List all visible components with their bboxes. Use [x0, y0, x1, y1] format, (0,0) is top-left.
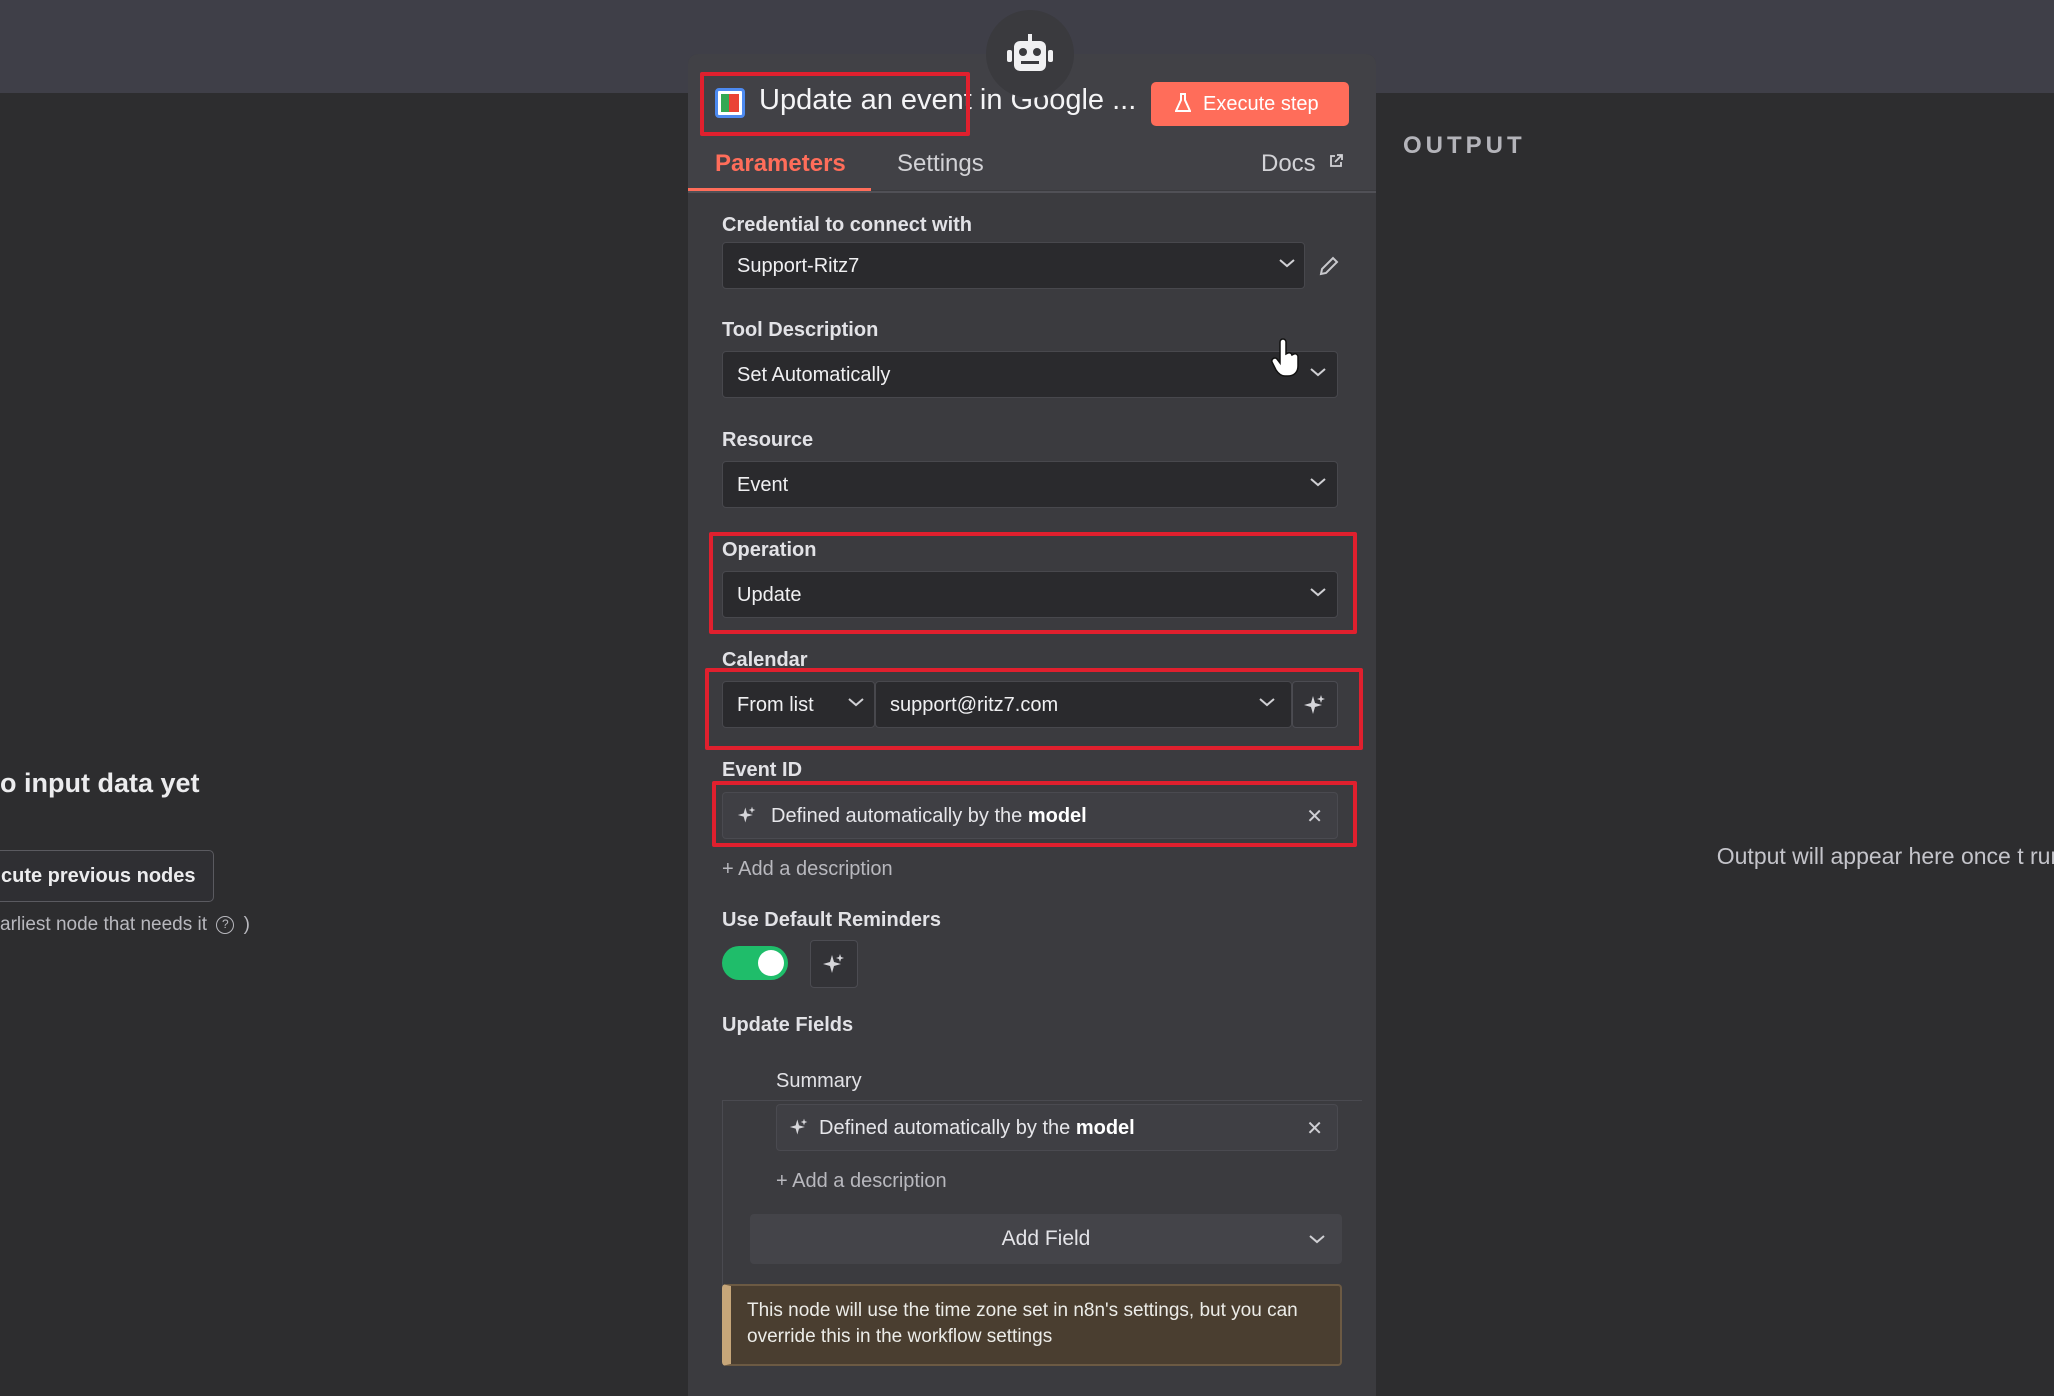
tool-description-select[interactable]: Set Automatically: [722, 351, 1338, 398]
summary-model-text: Defined automatically by the: [819, 1117, 1076, 1139]
no-input-heading: o input data yet: [0, 768, 200, 798]
summary-label: Summary: [776, 1070, 862, 1092]
highlight-event-id: [712, 781, 1357, 847]
node-details-panel: Update an event in Google ... Execute st…: [688, 54, 1376, 1396]
highlight-node-title: [700, 72, 970, 136]
chevron-down-icon: [1309, 1235, 1325, 1244]
resource-value: Event: [737, 474, 789, 496]
ai-agent-node-badge[interactable]: [986, 10, 1074, 98]
reminders-ai-button[interactable]: [810, 940, 858, 988]
tabs-divider: [688, 191, 1376, 193]
close-icon[interactable]: ✕: [1306, 1116, 1323, 1141]
robot-icon: [1007, 34, 1053, 71]
add-field-label: Add Field: [1001, 1227, 1091, 1250]
tab-docs[interactable]: Docs: [1261, 150, 1344, 178]
chevron-down-icon: [1310, 368, 1326, 377]
earliest-node-note: arliest node that needs it ? ): [0, 914, 250, 936]
resource-label: Resource: [722, 429, 814, 451]
docs-label: Docs: [1261, 150, 1316, 177]
external-link-icon: [1330, 154, 1344, 167]
pencil-icon[interactable]: [1317, 254, 1341, 278]
earliest-node-text: arliest node that needs it: [0, 914, 208, 935]
summary-add-description-link[interactable]: + Add a description: [776, 1170, 947, 1193]
execute-step-label: Execute step: [1203, 93, 1319, 115]
chevron-down-icon: [1310, 478, 1326, 487]
execute-previous-nodes-button[interactable]: cute previous nodes: [0, 850, 214, 902]
output-heading: OUTPUT: [1403, 132, 1526, 159]
highlight-operation: [709, 532, 1357, 634]
summary-model-word: model: [1075, 1117, 1135, 1139]
tab-parameters[interactable]: Parameters: [715, 150, 846, 178]
summary-field[interactable]: Defined automatically by the model ✕: [776, 1104, 1338, 1151]
event-id-label: Event ID: [722, 759, 803, 781]
update-fields-label: Update Fields: [722, 1014, 854, 1036]
question-icon[interactable]: ?: [216, 916, 235, 934]
reminders-label: Use Default Reminders: [722, 909, 941, 931]
add-field-button[interactable]: Add Field: [750, 1214, 1342, 1264]
add-description-link[interactable]: + Add a description: [722, 858, 893, 881]
sparkle-icon: [823, 954, 844, 973]
highlight-calendar: [705, 668, 1363, 750]
output-empty-message: Output will appear here once t run: [1716, 843, 2054, 869]
chevron-down-icon: [1279, 259, 1295, 268]
credential-select[interactable]: Support-Ritz7: [722, 242, 1305, 289]
tab-settings[interactable]: Settings: [897, 150, 984, 178]
flask-icon: [1175, 93, 1191, 112]
input-panel: o input data yet cute previous nodes arl…: [0, 0, 680, 1396]
execute-step-button[interactable]: Execute step: [1151, 82, 1349, 126]
earliest-node-suffix: ): [243, 914, 250, 935]
credential-label: Credential to connect with: [722, 214, 973, 236]
timezone-notice: This node will use the time zone set in …: [722, 1284, 1342, 1366]
tool-description-label: Tool Description: [722, 319, 879, 341]
sparkle-icon: [789, 1118, 808, 1135]
resource-select[interactable]: Event: [722, 461, 1338, 508]
tool-description-value: Set Automatically: [737, 364, 891, 386]
hand-cursor-icon: [1271, 338, 1299, 377]
reminders-toggle[interactable]: [722, 946, 788, 980]
credential-value: Support-Ritz7: [737, 255, 860, 277]
